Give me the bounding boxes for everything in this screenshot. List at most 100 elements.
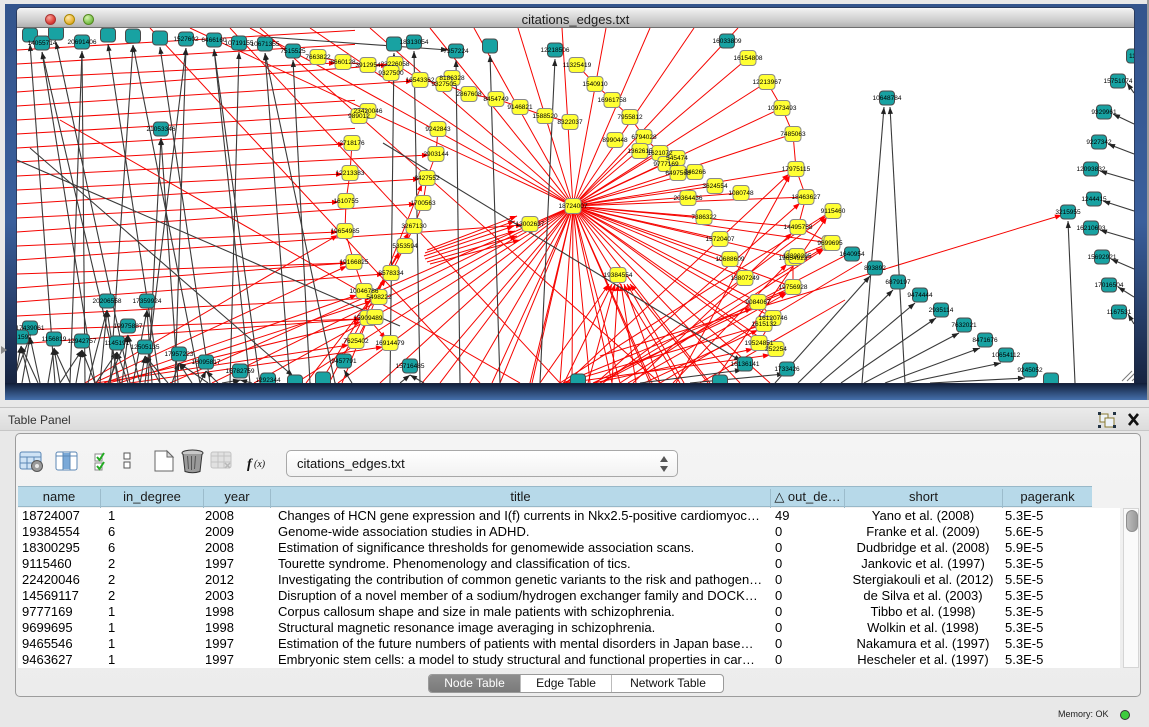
- svg-text:2903144: 2903144: [423, 151, 449, 158]
- svg-text:11325419: 11325419: [563, 62, 592, 69]
- svg-text:16136141: 16136141: [731, 361, 760, 368]
- svg-text:19166825: 19166825: [340, 259, 369, 266]
- svg-text:1640954: 1640954: [839, 251, 865, 258]
- svg-text:1610755: 1610755: [333, 198, 359, 205]
- svg-text:21053346: 21053346: [147, 126, 176, 133]
- svg-text:252254: 252254: [765, 346, 787, 353]
- svg-text:12213967: 12213967: [753, 79, 782, 86]
- svg-text:3912954: 3912954: [355, 62, 381, 69]
- svg-text:8990448: 8990448: [602, 137, 628, 144]
- svg-text:10973493: 10973493: [768, 105, 797, 112]
- svg-text:111: 111: [1129, 53, 1134, 60]
- svg-text:15720407: 15720407: [706, 236, 735, 243]
- svg-text:9115460: 9115460: [821, 208, 846, 215]
- svg-text:20691406: 20691406: [68, 39, 97, 46]
- svg-text:9245052: 9245052: [1017, 367, 1043, 374]
- svg-text:5353594: 5353594: [392, 243, 418, 250]
- svg-text:10671355: 10671355: [251, 41, 280, 48]
- svg-text:9146821: 9146821: [507, 104, 533, 111]
- svg-text:10688609: 10688609: [716, 256, 745, 263]
- svg-text:1080748: 1080748: [728, 190, 754, 197]
- svg-text:1615132: 1615132: [751, 321, 777, 328]
- svg-text:893892: 893892: [864, 265, 886, 272]
- svg-text:8454749: 8454749: [483, 96, 509, 103]
- svg-text:1588520: 1588520: [532, 113, 558, 120]
- svg-text:12218506: 12218506: [541, 47, 570, 54]
- svg-text:17016504: 17016504: [1095, 282, 1124, 289]
- svg-text:6879197: 6879197: [885, 279, 911, 286]
- svg-text:19756928: 19756928: [779, 284, 808, 291]
- svg-text:2867608: 2867608: [456, 91, 482, 98]
- svg-text:10095817: 10095817: [192, 359, 221, 366]
- svg-text:2718176: 2718176: [339, 140, 365, 147]
- svg-text:16782759: 16782759: [226, 368, 255, 375]
- svg-text:12505135: 12505135: [131, 344, 160, 351]
- svg-text:9084067: 9084067: [745, 299, 771, 306]
- svg-text:9457791: 9457791: [331, 358, 357, 365]
- svg-text:1527602: 1527602: [173, 36, 199, 43]
- svg-text:3267130: 3267130: [401, 223, 427, 230]
- svg-text:14495758: 14495758: [784, 224, 813, 231]
- svg-text:7386322: 7386322: [691, 214, 717, 221]
- svg-text:7632021: 7632021: [951, 322, 977, 329]
- svg-text:16154808: 16154808: [734, 55, 763, 62]
- svg-text:12093832: 12093832: [1077, 166, 1106, 173]
- svg-text:5498222: 5498222: [366, 294, 392, 301]
- svg-text:9329961: 9329961: [1091, 109, 1117, 116]
- svg-text:20206558: 20206558: [93, 298, 122, 305]
- svg-text:1733426: 1733426: [774, 366, 800, 373]
- svg-text:9327505: 9327505: [431, 81, 457, 88]
- svg-text:7515525: 7515525: [280, 48, 306, 55]
- svg-text:15751074: 15751074: [1104, 78, 1133, 85]
- svg-text:1145191: 1145191: [105, 340, 130, 347]
- svg-text:18463627: 18463627: [792, 194, 821, 201]
- svg-text:18300295: 18300295: [783, 253, 812, 260]
- svg-text:545474: 545474: [666, 155, 688, 162]
- svg-text:16033809: 16033809: [713, 38, 742, 45]
- svg-text:18807249: 18807249: [731, 275, 760, 282]
- svg-text:3624554: 3624554: [702, 183, 728, 190]
- svg-text:19975887: 19975887: [114, 323, 143, 330]
- svg-text:8471676: 8471676: [972, 337, 998, 344]
- svg-text:6466160: 6466160: [201, 37, 227, 44]
- svg-text:1156819: 1156819: [42, 336, 67, 343]
- svg-text:8322037: 8322037: [557, 119, 583, 126]
- svg-text:9242843: 9242843: [425, 126, 451, 133]
- svg-text:7485063: 7485063: [780, 131, 806, 138]
- svg-text:20364436: 20364436: [674, 195, 703, 202]
- svg-text:8660128: 8660128: [330, 59, 356, 66]
- svg-text:2935114: 2935114: [929, 307, 954, 314]
- svg-text:9227342: 9227342: [1086, 139, 1112, 146]
- svg-text:18313054: 18313054: [400, 39, 429, 46]
- svg-text:1700563: 1700563: [410, 200, 436, 207]
- svg-text:7663822: 7663822: [305, 54, 331, 61]
- svg-text:12942757: 12942757: [68, 338, 97, 345]
- svg-text:9327500: 9327500: [378, 70, 404, 77]
- svg-text:9474444: 9474444: [907, 292, 933, 299]
- svg-text:1167531: 1167531: [1107, 309, 1132, 316]
- svg-text:(x): (x): [254, 459, 266, 470]
- svg-text:746266: 746266: [684, 169, 706, 176]
- svg-text:16210693: 16210693: [1077, 225, 1106, 232]
- svg-text:8578334: 8578334: [378, 270, 404, 277]
- svg-text:989012: 989012: [348, 113, 370, 120]
- svg-text:12213383: 12213383: [336, 170, 365, 177]
- svg-text:9777169: 9777169: [653, 161, 679, 168]
- svg-text:1362615: 1362615: [627, 148, 653, 155]
- svg-text:14055714: 14055714: [28, 40, 57, 47]
- svg-text:6794028: 6794028: [631, 134, 657, 141]
- svg-text:10719155: 10719155: [225, 40, 254, 47]
- svg-text:17439061: 17439061: [17, 325, 45, 332]
- svg-text:3215955: 3215955: [1055, 209, 1081, 216]
- svg-text:23226058: 23226058: [381, 61, 410, 68]
- svg-text:7955812: 7955812: [617, 114, 643, 121]
- svg-text:18724007: 18724007: [559, 203, 588, 210]
- svg-text:10654112: 10654112: [992, 352, 1021, 359]
- svg-text:13002637: 13002637: [516, 221, 545, 228]
- svg-text:19654985: 19654985: [331, 228, 360, 235]
- svg-text:15909489: 15909489: [354, 315, 383, 322]
- svg-text:16961758: 16961758: [598, 97, 627, 104]
- svg-text:f: f: [247, 457, 253, 472]
- svg-text:19384554: 19384554: [604, 272, 633, 279]
- svg-text:16914479: 16914479: [376, 340, 405, 347]
